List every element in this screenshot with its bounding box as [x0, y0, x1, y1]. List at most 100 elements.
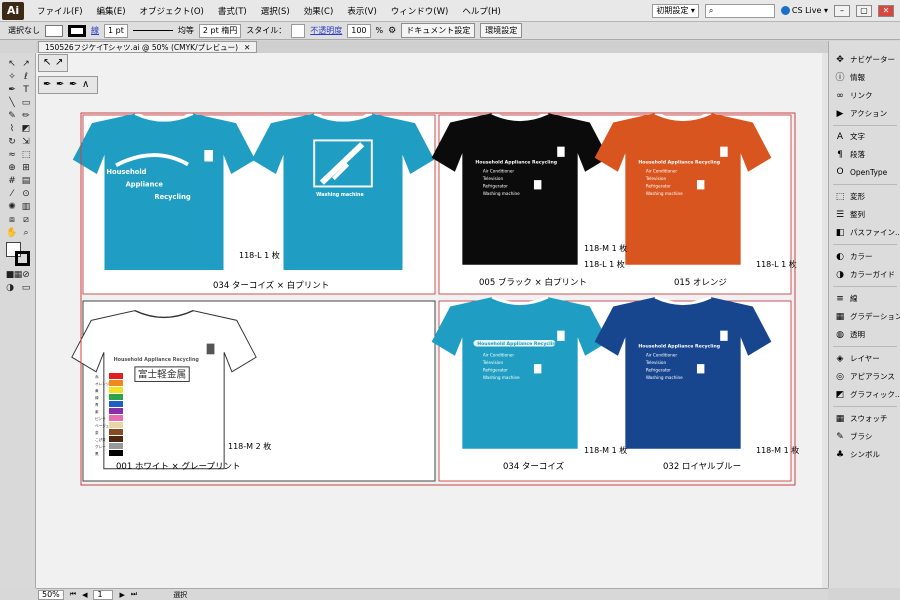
menu-help[interactable]: ヘルプ(H)	[455, 5, 508, 17]
slice-tool-icon[interactable]: ⧄	[20, 215, 32, 225]
panel-symbols[interactable]: ♣ シンボル	[835, 449, 880, 460]
tearoff-pen-tools[interactable]: ✒ ✒ ✒ ∧	[38, 76, 98, 94]
panel-stroke[interactable]: ≡ 線	[835, 293, 857, 304]
next-artboard-icon[interactable]: ▶	[119, 591, 124, 599]
lasso-tool-icon[interactable]: ℓ	[20, 72, 32, 82]
line-tool-icon[interactable]: ╲	[6, 98, 18, 108]
panel-paragraph[interactable]: ¶ 段落	[835, 149, 865, 160]
hand-tool-icon[interactable]: ✋	[6, 228, 18, 238]
rotate-tool-icon[interactable]: ↻	[6, 137, 18, 147]
direct-selection-tool-icon[interactable]: ↗	[55, 57, 63, 68]
column-graph-tool-icon[interactable]: ▥	[20, 202, 32, 212]
svg-text:黒: 黒	[95, 452, 99, 456]
menu-window[interactable]: ウィンドウ(W)	[384, 5, 456, 17]
panel-links[interactable]: ∞ リンク	[835, 90, 872, 101]
panel-appearance[interactable]: ◎ アピアランス	[835, 371, 895, 382]
rectangle-tool-icon[interactable]: ▭	[20, 98, 32, 108]
artboard-number-field[interactable]: 1	[93, 589, 114, 600]
panel-navigator[interactable]: ✥ ナビゲーター	[835, 54, 895, 65]
style-select[interactable]	[291, 23, 306, 38]
stroke-color-box[interactable]	[15, 251, 30, 266]
symbol-sprayer-tool-icon[interactable]: ✺	[6, 202, 18, 212]
free-transform-tool-icon[interactable]: ⬚	[20, 150, 32, 160]
panel-graphic-styles[interactable]: ◩ グラフィック...	[835, 389, 900, 400]
panel-actions[interactable]: ▶ アクション	[835, 108, 888, 119]
panel-color[interactable]: ◐ カラー	[835, 251, 872, 262]
warp-tool-icon[interactable]: ≈	[6, 150, 18, 160]
shape-builder-tool-icon[interactable]: ⊕	[6, 163, 18, 173]
svg-text:Television: Television	[482, 176, 504, 181]
none-mode-icon[interactable]: ⊘	[20, 270, 32, 280]
panel-transparency[interactable]: ◍ 透明	[835, 329, 865, 340]
eyedropper-tool-icon[interactable]: ⁄	[6, 189, 18, 199]
paintbrush-tool-icon[interactable]: ✎	[6, 111, 18, 121]
artboard-tool-icon[interactable]: ⧈	[6, 215, 18, 225]
menu-effect[interactable]: 効果(C)	[297, 5, 341, 17]
prev-artboard-icon[interactable]: ◀	[82, 591, 87, 599]
screen-mode-icon[interactable]: ▭	[20, 283, 32, 293]
scale-tool-icon[interactable]: ⇲	[20, 137, 32, 147]
menu-select[interactable]: 選択(S)	[254, 5, 297, 17]
panel-character[interactable]: A 文字	[835, 131, 865, 142]
menu-view[interactable]: 表示(V)	[340, 5, 383, 17]
workspace-switcher[interactable]: 初期設定 ▾	[652, 3, 699, 18]
menu-file[interactable]: ファイル(F)	[30, 5, 90, 17]
menu-object[interactable]: オブジェクト(O)	[133, 5, 211, 17]
gradient-tool-icon[interactable]: ▤	[20, 176, 32, 186]
recolor-icon[interactable]: ⚙	[388, 26, 396, 36]
draw-mode-icon[interactable]: ◑	[4, 283, 16, 293]
restore-button[interactable]: ▢	[856, 4, 872, 17]
convert-anchor-tool-icon[interactable]: ∧	[82, 79, 89, 90]
canvas-area[interactable]: Household Appliance Recycling Washing ma…	[36, 53, 828, 588]
direct-selection-tool-icon[interactable]: ↗	[20, 59, 32, 69]
document-setup-button[interactable]: ドキュメント設定	[401, 23, 476, 38]
pen-tool-icon[interactable]: ✒	[43, 79, 51, 90]
selection-tool-icon[interactable]: ↖	[43, 57, 51, 68]
stroke-swatch[interactable]	[68, 24, 86, 37]
cs-live-button[interactable]: CS Live ▾	[780, 6, 828, 15]
panel-align[interactable]: ☰ 整列	[835, 209, 865, 220]
panel-transform[interactable]: ⬚ 変形	[835, 191, 865, 202]
close-button[interactable]: ✕	[878, 4, 894, 17]
profile-select[interactable]: 均等	[178, 25, 194, 36]
menu-edit[interactable]: 編集(E)	[90, 5, 133, 17]
delete-anchor-tool-icon[interactable]: ✒	[69, 79, 77, 90]
svg-text:Television: Television	[645, 176, 667, 181]
first-artboard-icon[interactable]: ⏮	[70, 590, 76, 599]
panel-pathfinder[interactable]: ◧ パスファイン...	[835, 227, 900, 238]
magic-wand-tool-icon[interactable]: ✧	[6, 72, 18, 82]
panel-gradient[interactable]: ▦ グラデーション	[835, 311, 900, 322]
panel-color-guide[interactable]: ◑ カラーガイド	[835, 269, 895, 280]
stroke-link[interactable]: 線	[91, 25, 99, 36]
last-artboard-icon[interactable]: ⏭	[131, 590, 137, 599]
fill-swatch[interactable]	[45, 24, 63, 37]
pen-tool-icon[interactable]: ✒	[6, 85, 18, 95]
panel-info[interactable]: ⓘ 情報	[835, 72, 865, 83]
opacity-field[interactable]: 100	[347, 23, 371, 38]
blob-brush-tool-icon[interactable]: ⌇	[6, 124, 18, 134]
panel-swatches[interactable]: ▦ スウォッチ	[835, 413, 888, 424]
panel-layers[interactable]: ◈ レイヤー	[835, 353, 880, 364]
add-anchor-tool-icon[interactable]: ✒	[56, 79, 64, 90]
eraser-tool-icon[interactable]: ◩	[20, 124, 32, 134]
pencil-tool-icon[interactable]: ✏	[20, 111, 32, 121]
blend-tool-icon[interactable]: ⊙	[20, 189, 32, 199]
tearoff-selection-tools[interactable]: ↖ ↗	[38, 54, 68, 72]
brush-select[interactable]: 2 pt 楕円	[198, 23, 242, 38]
menu-type[interactable]: 書式(T)	[211, 5, 254, 17]
search-input[interactable]: ⌕	[704, 3, 775, 18]
close-tab-icon[interactable]: ✕	[244, 43, 250, 52]
panel-opentype[interactable]: O OpenType	[835, 167, 887, 177]
type-tool-icon[interactable]: T	[20, 85, 32, 95]
opacity-link[interactable]: 不透明度	[310, 25, 342, 36]
mesh-tool-icon[interactable]: #	[6, 176, 18, 186]
minimize-button[interactable]: –	[834, 4, 850, 17]
zoom-select[interactable]: 50%	[38, 589, 64, 600]
preferences-button[interactable]: 環境設定	[480, 23, 523, 38]
zoom-tool-icon[interactable]: ⌕	[20, 228, 32, 238]
perspective-grid-tool-icon[interactable]: ⊞	[20, 163, 32, 173]
selection-tool-icon[interactable]: ↖	[6, 59, 18, 69]
document-tab[interactable]: 150526フジケイTシャツ.ai @ 50% (CMYK/プレビュー) ✕	[38, 41, 258, 53]
panel-brushes[interactable]: ✎ ブラシ	[835, 431, 872, 442]
stroke-weight-field[interactable]: 1 pt	[104, 23, 128, 38]
